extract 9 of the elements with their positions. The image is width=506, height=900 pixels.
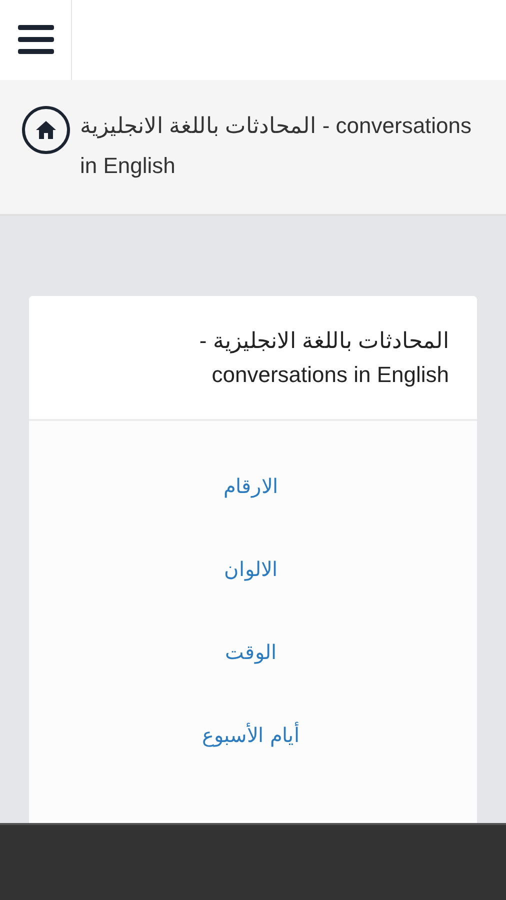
topic-link[interactable]: الوقت	[225, 637, 277, 670]
topic-link[interactable]: الالوان	[224, 554, 278, 587]
topic-link[interactable]: الارقام	[224, 471, 278, 504]
page-title: المحادثات باللغة الانجليزية - conversations in English	[80, 112, 473, 180]
home-icon	[35, 120, 57, 140]
home-button[interactable]	[22, 106, 70, 154]
topic-link[interactable]: أيام الأسبوع	[202, 720, 300, 753]
menu-icon	[18, 24, 54, 56]
card-title: المحادثات باللغة الانجليزية - conversations in English	[198, 327, 449, 389]
